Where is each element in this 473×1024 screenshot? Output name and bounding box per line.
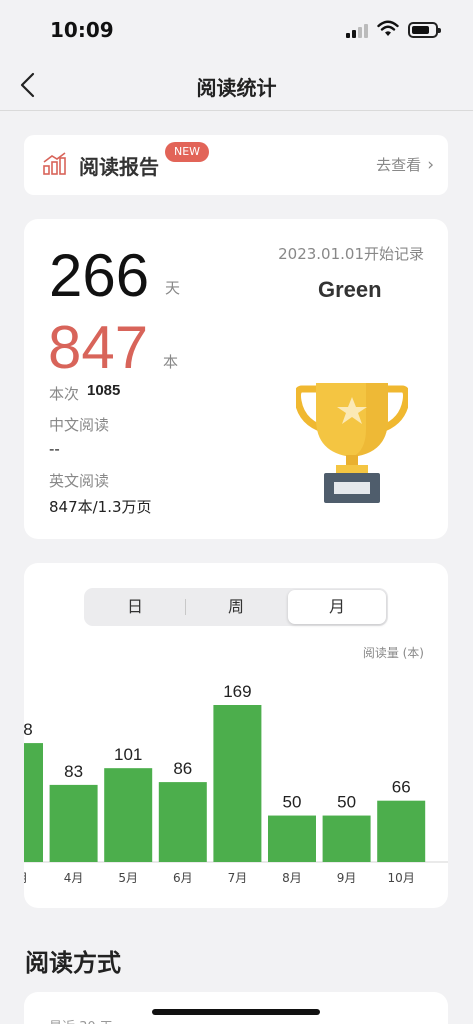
this-time-value: 1085 [87,382,121,399]
x-tick-label: 9月 [337,871,357,885]
new-badge: NEW [165,142,210,162]
chart-growth-icon [43,152,66,175]
reading-days-unit: 天 [165,279,181,297]
chart-bar[interactable] [104,768,153,862]
battery-icon [408,22,441,38]
chart-bar[interactable] [268,815,316,862]
level-name: Green [318,277,382,302]
english-reading-value: 847本/1.3万页 [49,498,152,516]
x-tick-label: 6月 [173,871,193,885]
status-time: 10:09 [50,18,114,42]
chart-bar[interactable] [377,800,426,862]
bar-value-label: 50 [283,793,302,812]
chinese-reading-label: 中文阅读 [49,416,110,434]
bar-value-label: 66 [392,778,411,797]
bar-value-label: 50 [337,793,356,812]
x-tick-label: 10月 [388,871,415,885]
chart-bar[interactable] [322,815,371,862]
home-indicator [152,1009,320,1015]
reading-report-card[interactable]: 阅读报告 NEW 去查看 › [24,135,448,195]
start-date-label: 2023.01.01开始记录 [278,245,424,263]
chart-bar[interactable] [49,784,98,862]
bar-value-label: 83 [64,762,83,781]
reading-method-card: 最近 30 天 [24,992,448,1024]
x-tick-label: 7月 [228,871,248,885]
x-tick-label: 8月 [282,871,302,885]
books-count-value: 847 [48,314,149,381]
bar-value-label: 8 [24,720,33,739]
books-count-unit: 本 [163,353,179,371]
reading-days-value: 266 [49,242,150,309]
wifi-icon [377,20,399,36]
english-reading-label: 英文阅读 [49,472,110,490]
reading-volume-chart-card: 日 周 月 阅读量 (本) 8月834月1015月866月1697月508月50… [24,563,448,908]
chart-bar[interactable] [24,743,43,862]
this-time-label: 本次 [49,385,80,403]
chinese-reading-value: -- [49,440,60,458]
page-title: 阅读统计 [196,76,277,100]
report-title: 阅读报告 [79,155,159,179]
x-tick-label: 5月 [118,871,138,885]
trophy-icon [296,383,408,503]
x-tick-label: 4月 [64,871,84,885]
bar-chart[interactable]: 8月834月1015月866月1697月508月509月6610月 [24,563,448,908]
x-tick-label: 月 [24,871,28,885]
bar-value-label: 86 [173,759,192,778]
chart-bar[interactable] [213,705,262,862]
bar-value-label: 169 [223,682,251,701]
nav-bar: 阅读统计 [0,62,473,111]
cellular-signal-icon [346,24,370,38]
bar-value-label: 101 [114,745,142,764]
chart-bar[interactable] [158,782,207,862]
view-report-link[interactable]: 去查看 › [376,154,434,175]
chevron-right-icon: › [427,155,434,175]
reading-stats-card: 266 天 847 本 2023.01.01开始记录 Green 本次 1085… [24,219,448,539]
view-report-label: 去查看 [376,156,422,174]
reading-method-title: 阅读方式 [25,949,121,977]
reading-method-subtitle: 最近 30 天 [49,1016,113,1024]
status-bar: 10:09 [0,0,473,62]
